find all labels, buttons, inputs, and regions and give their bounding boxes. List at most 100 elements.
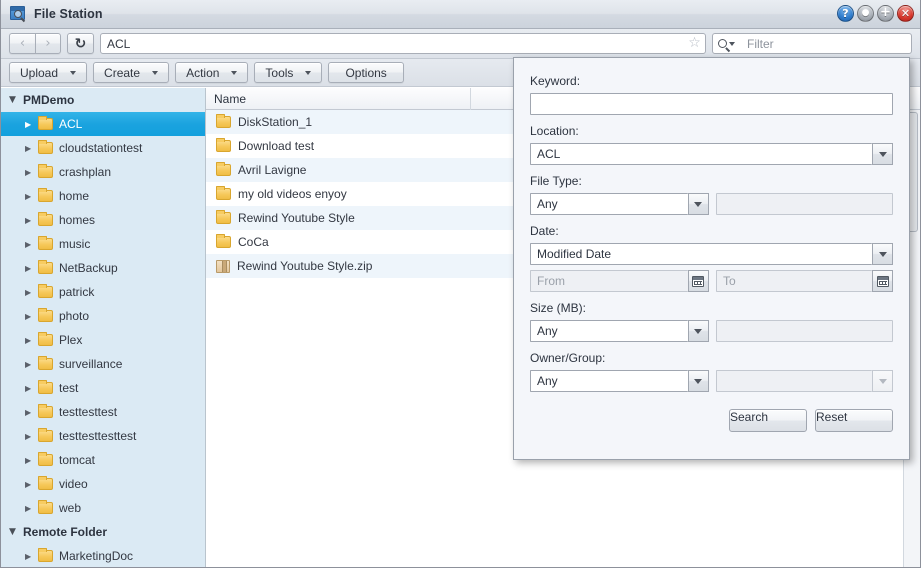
owner-group-extra-select[interactable] — [715, 370, 893, 392]
path-input[interactable] — [100, 33, 706, 54]
date-to-input[interactable] — [715, 270, 872, 292]
chevron-down-icon[interactable] — [687, 193, 709, 215]
date-to-field[interactable] — [715, 270, 893, 292]
folder-tree-sidebar[interactable]: ▼ PMDemo ▶ ACL ▶ cloudstationtest ▶ crashplan… — [1, 88, 206, 567]
sidebar-item-acl[interactable]: ▶ ACL — [1, 112, 205, 136]
twisty-right-icon[interactable]: ▶ — [25, 144, 38, 153]
maximize-button[interactable]: + — [877, 5, 894, 22]
owner-group-select[interactable] — [530, 370, 709, 392]
twisty-right-icon[interactable]: ▶ — [25, 408, 38, 417]
sidebar-item-label: MarketingDoc — [59, 549, 134, 563]
twisty-right-icon[interactable]: ▶ — [25, 336, 38, 345]
date-label: Date: — [530, 224, 559, 238]
column-header-name[interactable]: Name — [206, 88, 471, 110]
date-from-field[interactable] — [530, 270, 709, 292]
folder-icon — [38, 404, 53, 418]
twisty-right-icon[interactable]: ▶ — [25, 264, 38, 273]
file-name: my old videos enyoy — [238, 187, 347, 201]
chevron-down-icon[interactable] — [872, 370, 893, 392]
location-select[interactable] — [530, 143, 893, 165]
action-button[interactable]: Action — [175, 62, 249, 83]
file-type-value[interactable] — [530, 193, 688, 215]
folder-icon — [216, 234, 231, 248]
twisty-down-icon[interactable]: ▼ — [9, 95, 23, 105]
forward-button[interactable]: › — [35, 33, 61, 54]
size-select[interactable] — [530, 320, 709, 342]
twisty-right-icon[interactable]: ▶ — [25, 552, 38, 561]
file-type-select[interactable] — [530, 193, 709, 215]
sidebar-item-marketingdoc[interactable]: ▶ MarketingDoc — [1, 544, 205, 567]
owner-group-value[interactable] — [530, 370, 688, 392]
twisty-right-icon[interactable]: ▶ — [25, 360, 38, 369]
twisty-down-icon[interactable]: ▼ — [9, 527, 23, 537]
folder-icon — [216, 138, 231, 152]
help-button[interactable]: ? — [837, 5, 854, 22]
sidebar-item-music[interactable]: ▶ music — [1, 232, 205, 256]
create-button[interactable]: Create — [93, 62, 170, 83]
minimize-button[interactable]: ● — [857, 5, 874, 22]
twisty-right-icon[interactable]: ▶ — [25, 288, 38, 297]
twisty-right-icon[interactable]: ▶ — [25, 168, 38, 177]
folder-icon — [216, 186, 231, 200]
sidebar-item-tomcat[interactable]: ▶ tomcat — [1, 448, 205, 472]
sidebar-item-patrick[interactable]: ▶ patrick — [1, 280, 205, 304]
sidebar-item-video[interactable]: ▶ video — [1, 472, 205, 496]
sidebar-item-homes[interactable]: ▶ homes — [1, 208, 205, 232]
owner-group-extra-input[interactable] — [715, 370, 872, 392]
chevron-down-icon[interactable] — [872, 143, 893, 165]
chevron-down-icon[interactable] — [872, 243, 893, 265]
sidebar-item-crashplan[interactable]: ▶ crashplan — [1, 160, 205, 184]
file-type-extra-input[interactable] — [715, 193, 893, 215]
forward-icon: › — [45, 36, 51, 51]
sidebar-root-remote-folder[interactable]: ▼ Remote Folder — [1, 520, 205, 544]
folder-icon — [38, 452, 53, 466]
sidebar-root-pmdemo[interactable]: ▼ PMDemo — [1, 88, 205, 112]
date-from-input[interactable] — [530, 270, 688, 292]
sidebar-item-cloudstationtest[interactable]: ▶ cloudstationtest — [1, 136, 205, 160]
close-button[interactable]: ✕ — [897, 5, 914, 22]
folder-icon — [38, 140, 53, 154]
keyword-input[interactable] — [530, 93, 893, 115]
chevron-down-icon[interactable] — [687, 370, 709, 392]
folder-icon — [216, 114, 231, 128]
title-bar: File Station ? ● + ✕ — [1, 0, 920, 29]
calendar-icon[interactable] — [687, 270, 709, 292]
sidebar-item-testtesttesttest[interactable]: ▶ testtesttesttest — [1, 424, 205, 448]
size-extra-input[interactable] — [715, 320, 893, 342]
search-button[interactable]: Search — [729, 409, 807, 432]
size-value[interactable] — [530, 320, 688, 342]
twisty-right-icon[interactable]: ▶ — [25, 312, 38, 321]
twisty-right-icon[interactable]: ▶ — [25, 504, 38, 513]
sidebar-item-test[interactable]: ▶ test — [1, 376, 205, 400]
options-button[interactable]: Options — [328, 62, 404, 83]
sidebar-item-home[interactable]: ▶ home — [1, 184, 205, 208]
folder-icon — [38, 332, 53, 346]
upload-button[interactable]: Upload — [9, 62, 88, 83]
sidebar-item-photo[interactable]: ▶ photo — [1, 304, 205, 328]
search-icon[interactable] — [718, 36, 744, 51]
twisty-right-icon[interactable]: ▶ — [25, 216, 38, 225]
back-button[interactable]: ‹ — [9, 33, 35, 54]
twisty-right-icon[interactable]: ▶ — [25, 240, 38, 249]
sidebar-item-testtesttest[interactable]: ▶ testtesttest — [1, 400, 205, 424]
twisty-right-icon[interactable]: ▶ — [25, 192, 38, 201]
location-value[interactable] — [530, 143, 872, 165]
folder-icon — [216, 210, 231, 224]
twisty-right-icon[interactable]: ▶ — [25, 432, 38, 441]
sidebar-item-surveillance[interactable]: ▶ surveillance — [1, 352, 205, 376]
twisty-right-icon[interactable]: ▶ — [25, 384, 38, 393]
date-type-value[interactable] — [530, 243, 872, 265]
twisty-right-icon[interactable]: ▶ — [25, 120, 38, 129]
date-type-select[interactable] — [530, 243, 893, 265]
tools-button[interactable]: Tools — [254, 62, 323, 83]
favorite-star-icon[interactable]: ☆ — [687, 36, 702, 51]
calendar-icon[interactable] — [872, 270, 893, 292]
twisty-right-icon[interactable]: ▶ — [25, 456, 38, 465]
refresh-button[interactable]: ↻ — [67, 33, 94, 54]
sidebar-item-web[interactable]: ▶ web — [1, 496, 205, 520]
sidebar-item-plex[interactable]: ▶ Plex — [1, 328, 205, 352]
sidebar-item-netbackup[interactable]: ▶ NetBackup — [1, 256, 205, 280]
reset-button[interactable]: Reset — [815, 409, 893, 432]
twisty-right-icon[interactable]: ▶ — [25, 480, 38, 489]
chevron-down-icon[interactable] — [687, 320, 709, 342]
